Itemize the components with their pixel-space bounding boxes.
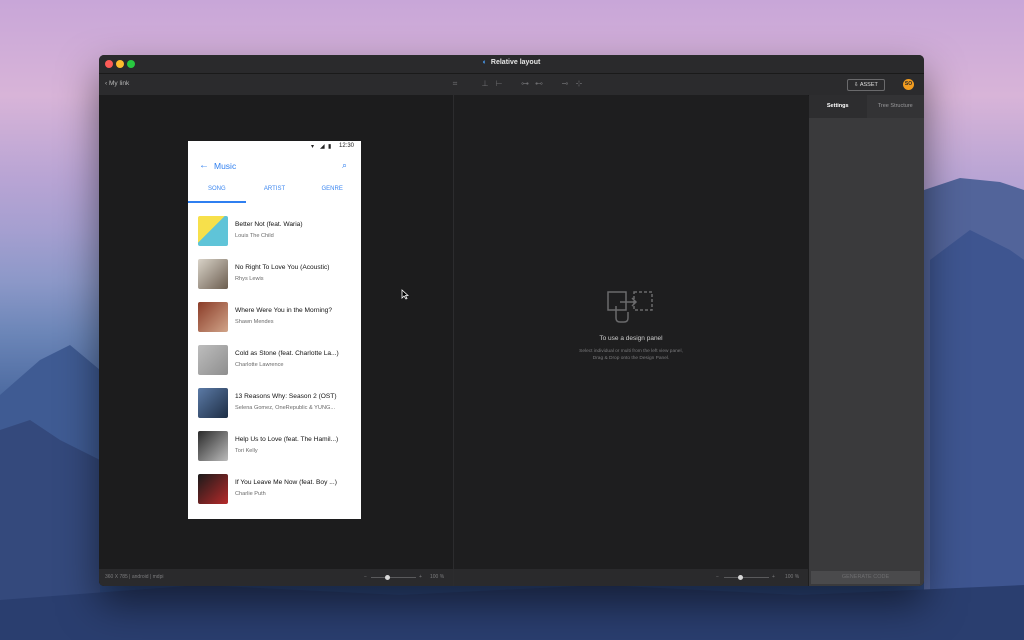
list-item[interactable]: Cold as Stone (feat. Charlotte La...) Ch…: [188, 338, 361, 381]
design-panel-title: To use a design panel: [599, 335, 663, 342]
align-center-v-icon[interactable]: ⊷: [535, 79, 543, 89]
design-panel-empty-state: To use a design panel Select individual …: [454, 290, 808, 362]
distribute-icon[interactable]: ⌗: [451, 79, 459, 89]
space-vertical-icon[interactable]: ⊹: [575, 79, 583, 89]
phone-status-bar: ▾ ◢ ▮ 12:30: [188, 141, 361, 153]
alignment-tools: ⌗ ⊥ ⊢ ⊶ ⊷ ⊸ ⊹: [451, 79, 583, 89]
zoom-out-icon[interactable]: −: [716, 569, 719, 586]
song-artist: Louis The Child: [235, 233, 274, 239]
album-art: [198, 259, 228, 289]
preview-status-bar: 360 X 785 | android | mdpi − + 100 %: [99, 569, 453, 586]
drag-drop-icon: [607, 291, 653, 323]
zoom-in-icon[interactable]: +: [419, 569, 422, 586]
properties-tabs: Settings Tree Structure: [809, 95, 924, 118]
zoom-level: 100 %: [430, 574, 445, 580]
zoom-slider[interactable]: [371, 577, 416, 578]
song-title: 13 Reasons Why: Season 2 (OST): [235, 393, 337, 400]
tab-song[interactable]: SONG: [188, 181, 246, 203]
list-item[interactable]: 13 Reasons Why: Season 2 (OST) Selena Go…: [188, 381, 361, 424]
song-title: Help Us to Love (feat. The Hamil...): [235, 436, 339, 443]
album-art: [198, 474, 228, 504]
song-title: If You Leave Me Now (feat. Boy ...): [235, 479, 337, 486]
song-title: No Right To Love You (Acoustic): [235, 264, 330, 271]
zoom-level: 100 %: [785, 574, 800, 580]
design-panel-hint: Select individual or multi from the left…: [454, 348, 808, 362]
song-artist: Selena Gomez, OneRepublic & YUNG...: [235, 405, 336, 411]
tab-settings[interactable]: Settings: [809, 95, 867, 118]
list-item[interactable]: Better Not (feat. Waria) Louis The Child: [188, 209, 361, 252]
align-center-h-icon[interactable]: ⊶: [521, 79, 529, 89]
mouse-cursor-icon: [401, 289, 409, 300]
phone-preview: ▾ ◢ ▮ 12:30 ← Music ⌕ SONG ARTIST GENRE …: [188, 141, 361, 519]
app-title: Music: [214, 161, 237, 171]
title-bar: ◐ Relative layout: [99, 55, 924, 74]
back-link-label: My link: [108, 80, 130, 87]
album-art: [198, 345, 228, 375]
zoom-slider-knob[interactable]: [738, 575, 743, 580]
list-item[interactable]: No Right To Love You (Acoustic) Rhys Lew…: [188, 252, 361, 295]
song-artist: Tori Kelly: [235, 448, 258, 454]
song-title: Better Not (feat. Waria): [235, 221, 303, 228]
phone-tabs: SONG ARTIST GENRE: [188, 181, 361, 203]
back-link[interactable]: ‹ My link: [105, 80, 129, 87]
song-artist: Charlotte Lawrence: [235, 362, 284, 368]
song-title: Where Were You in the Morning?: [235, 307, 333, 314]
preview-panel: ▾ ◢ ▮ 12:30 ← Music ⌕ SONG ARTIST GENRE …: [99, 95, 453, 586]
align-top-icon[interactable]: ⊥: [481, 79, 489, 89]
list-item[interactable]: If You Leave Me Now (feat. Boy ...) Char…: [188, 467, 361, 510]
song-list: Better Not (feat. Waria) Louis The Child…: [188, 209, 361, 510]
album-art: [198, 216, 228, 246]
clock: 12:30: [339, 143, 355, 149]
app-bar: ← Music ⌕: [188, 154, 361, 176]
avatar[interactable]: SO: [903, 79, 914, 90]
download-icon: ⇩: [854, 82, 859, 88]
battery-icon: ▮: [328, 144, 332, 150]
arrow-back-icon[interactable]: ←: [199, 160, 209, 171]
toolbar: ‹ My link ⌗ ⊥ ⊢ ⊶ ⊷ ⊸ ⊹ ⇩ ASSET SO: [99, 74, 924, 96]
tab-genre[interactable]: GENRE: [303, 181, 361, 203]
album-art: [198, 431, 228, 461]
window-title-text: Relative layout: [490, 59, 541, 66]
tab-artist[interactable]: ARTIST: [246, 181, 304, 203]
zoom-slider-knob[interactable]: [385, 575, 390, 580]
tab-tree-structure[interactable]: Tree Structure: [866, 95, 924, 118]
asset-button[interactable]: ⇩ ASSET: [847, 79, 885, 91]
chevron-left-icon: ‹: [105, 80, 108, 87]
align-left-icon[interactable]: ⊢: [495, 79, 503, 89]
song-artist: Charlie Puth: [235, 491, 266, 497]
window-title: ◐ Relative layout: [99, 59, 924, 66]
hint-line-2: Drag & Drop onto the Design Panel.: [592, 356, 670, 361]
device-info: 360 X 785 | android | mdpi: [105, 574, 164, 580]
album-art: [198, 388, 228, 418]
properties-panel: Settings Tree Structure GENERATE CODE: [809, 95, 924, 586]
asset-button-label: ASSET: [859, 82, 878, 88]
design-panel: To use a design panel Select individual …: [454, 95, 808, 586]
signal-icon: ◢: [320, 144, 325, 150]
zoom-in-icon[interactable]: +: [772, 569, 775, 586]
wifi-icon: ▾: [311, 144, 315, 150]
list-item[interactable]: Where Were You in the Morning? Shawn Men…: [188, 295, 361, 338]
song-artist: Shawn Mendes: [235, 319, 274, 325]
design-status-bar: − + 100 %: [454, 569, 808, 586]
hint-line-1: Select individual or multi from the left…: [579, 349, 683, 354]
song-title: Cold as Stone (feat. Charlotte La...): [235, 350, 339, 357]
zoom-out-icon[interactable]: −: [364, 569, 367, 586]
app-window: ◐ Relative layout ‹ My link ⌗ ⊥ ⊢ ⊶ ⊷ ⊸ ⊹…: [99, 55, 924, 586]
app-logo-icon: ◐: [482, 59, 487, 66]
search-icon[interactable]: ⌕: [342, 160, 347, 171]
album-art: [198, 302, 228, 332]
zoom-slider[interactable]: [724, 577, 769, 578]
list-item[interactable]: Help Us to Love (feat. The Hamil...) Tor…: [188, 424, 361, 467]
space-horizontal-icon[interactable]: ⊸: [561, 79, 569, 89]
generate-code-button[interactable]: GENERATE CODE: [811, 571, 920, 584]
song-artist: Rhys Lewis: [235, 276, 264, 282]
